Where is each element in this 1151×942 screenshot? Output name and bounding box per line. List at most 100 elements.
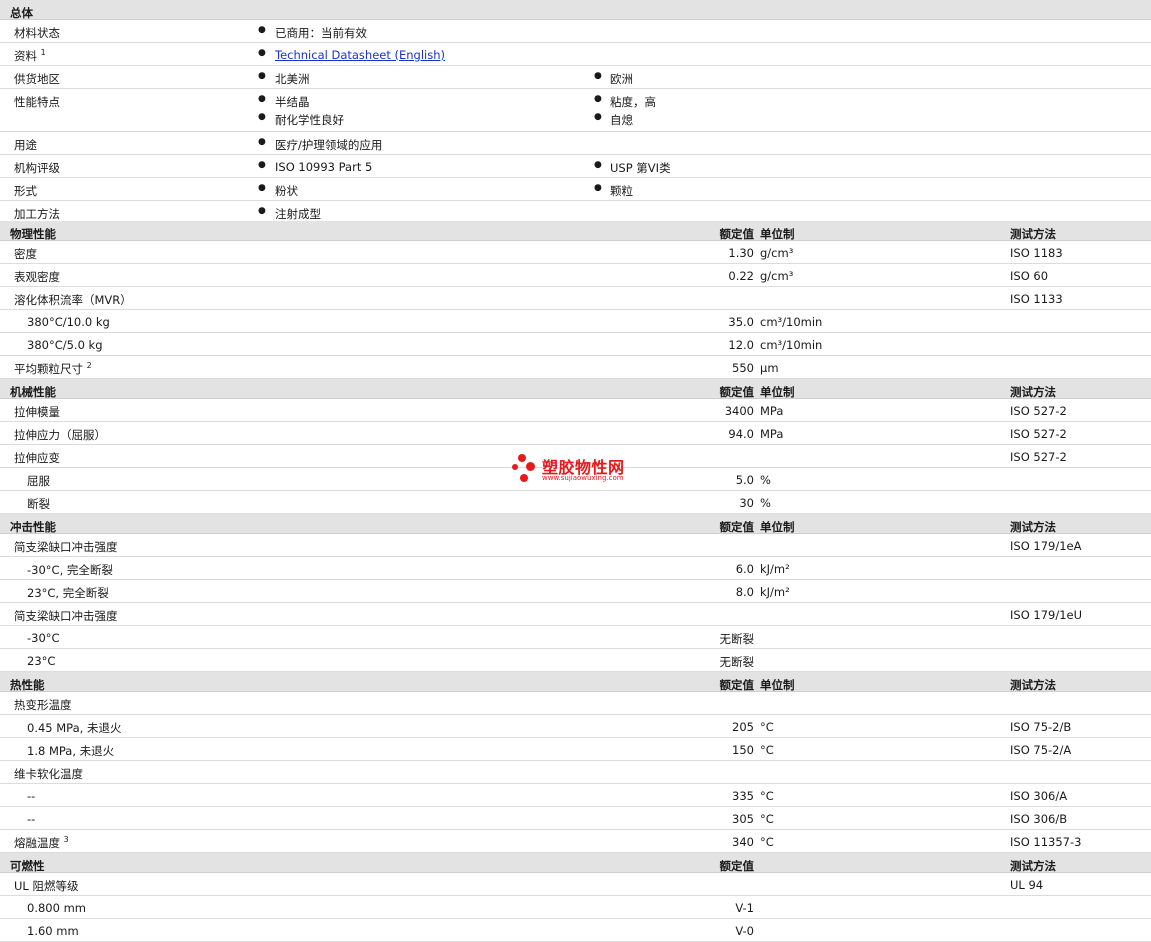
method-header: 测试方法 [1010,520,1056,534]
property-value: 305 [732,812,754,826]
unit-header: 单位制 [760,520,795,534]
property-value: 35.0 [728,315,754,329]
method-header: 测试方法 [1010,859,1056,873]
test-method: UL 94 [1010,878,1044,892]
property-value: 340 [732,835,754,849]
bullet-icon: ● [594,94,602,104]
section-title: 冲击性能 [10,520,56,534]
property-label: 1.60 mm [27,924,79,938]
property-row: 380°C/5.0 kg 12.0 cm³/10min [0,333,1151,356]
property-row: 断裂 30% [0,491,1151,514]
property-unit: °C [760,743,774,757]
test-method: ISO 1183 [1010,246,1063,260]
row-value: 颗粒 [610,184,633,198]
row-label: 性能特点 [14,95,60,109]
bullet-icon: ● [258,160,266,170]
property-row: -- 305 °C ISO 306/B [0,807,1151,830]
property-row: 平均颗粒尺寸 2 550 µm [0,356,1151,379]
section-header-general: 总体 [0,0,1151,20]
test-method: ISO 60 [1010,269,1049,283]
method-header: 测试方法 [1010,385,1056,399]
bullet-icon: ● [258,183,266,193]
property-row: 1.60 mm V-0 [0,919,1151,942]
property-label: 熔融温度 3 [14,835,69,851]
test-method: ISO 306/B [1010,812,1068,826]
property-label: 维卡软化温度 [14,767,83,781]
row-value: 半结晶 [275,95,310,109]
row-processing: 加工方法 ● 注射成型 [0,201,1151,221]
property-row: 拉伸模量 3400 MPa ISO 527-2 [0,399,1151,422]
property-row: 0.45 MPa, 未退火 205 °C ISO 75-2/B [0,715,1151,738]
property-value: V-0 [735,924,754,938]
property-row: 热变形温度 [0,692,1151,715]
property-unit: °C [760,812,774,826]
row-features: 性能特点 ● 半结晶 ● 粘度，高 [0,89,1151,109]
bullet-icon: ● [594,183,602,193]
property-row: -30°C, 完全断裂 6.0 kJ/m² [0,557,1151,580]
property-label: 简支梁缺口冲击强度 [14,609,118,623]
property-unit: MPa [760,404,784,418]
row-label: 形式 [14,184,37,198]
property-label: UL 阻燃等级 [14,879,79,893]
property-label: 0.45 MPa, 未退火 [27,721,122,735]
bullet-icon: ● [258,48,266,58]
property-value: 550 [732,361,754,375]
property-unit: °C [760,720,774,734]
technical-datasheet-link[interactable]: Technical Datasheet (English) [275,48,445,62]
row-value: ISO 10993 Part 5 [275,160,373,174]
section-title: 机械性能 [10,385,56,399]
property-label: 380°C/5.0 kg [27,338,103,352]
property-value: 5.0 [735,473,754,487]
property-label: 380°C/10.0 kg [27,315,110,329]
bullet-icon: ● [258,25,266,35]
section-header-mechanical: 机械性能 额定值 单位制 测试方法 [0,379,1151,399]
method-header: 测试方法 [1010,227,1056,241]
property-label: 密度 [14,247,37,261]
section-title: 物理性能 [10,227,56,241]
unit-header: 单位制 [760,227,795,241]
section-header-impact: 冲击性能 额定值 单位制 测试方法 [0,514,1151,534]
test-method: ISO 11357-3 [1010,835,1082,849]
row-features-2: ● 耐化学性良好 ● 自熄 [0,109,1151,132]
property-row: 熔融温度 3 340 °C ISO 11357-3 [0,830,1151,853]
property-label: 1.8 MPa, 未退火 [27,744,115,758]
property-sections: 物理性能 额定值 单位制 测试方法 密度 1.30 g/cm³ ISO 1183 表观密度 0.2… [0,221,1151,942]
property-unit: g/cm³ [760,269,794,283]
row-label: 用途 [14,138,37,152]
test-method: ISO 527-2 [1010,404,1067,418]
test-method: ISO 179/1eU [1010,608,1083,622]
nominal-header: 额定值 [719,385,755,399]
watermark-logo: 塑胶物性网 www.sujiaowuxing.com [512,452,652,492]
test-method: ISO 527-2 [1010,450,1067,464]
row-value: 耐化学性良好 [275,113,344,127]
property-value: 205 [732,720,754,734]
row-material-status: 材料状态 ● 已商用：当前有效 [0,20,1151,43]
nominal-header: 额定值 [719,520,755,534]
property-value: 12.0 [728,338,754,352]
property-label: 拉伸应力（屈服） [14,428,106,442]
property-row: 0.800 mm V-1 [0,896,1151,919]
nominal-header: 额定值 [719,227,755,241]
row-value: 粉状 [275,184,298,198]
row-value: 粘度，高 [610,95,656,109]
property-value: 150 [732,743,754,757]
property-label: -30°C, 完全断裂 [27,563,113,577]
property-label: 热变形温度 [14,698,72,712]
property-label: 23°C [27,654,56,668]
test-method: ISO 179/1eA [1010,539,1082,553]
property-unit: µm [760,361,779,375]
test-method: ISO 306/A [1010,789,1068,803]
row-label: 资料 1 [14,48,46,64]
property-row: 溶化体积流率（MVR） ISO 1133 [0,287,1151,310]
bullet-icon: ● [258,112,266,122]
row-value: 欧洲 [610,72,633,86]
property-unit: g/cm³ [760,246,794,260]
section-header-physical: 物理性能 额定值 单位制 测试方法 [0,221,1151,241]
row-label: 机构评级 [14,161,60,175]
property-unit: MPa [760,427,784,441]
property-value: 8.0 [735,585,754,599]
property-value: 无断裂 [719,632,755,646]
property-label: 断裂 [27,497,50,511]
property-unit: kJ/m² [760,585,790,599]
property-label: -- [27,789,36,803]
